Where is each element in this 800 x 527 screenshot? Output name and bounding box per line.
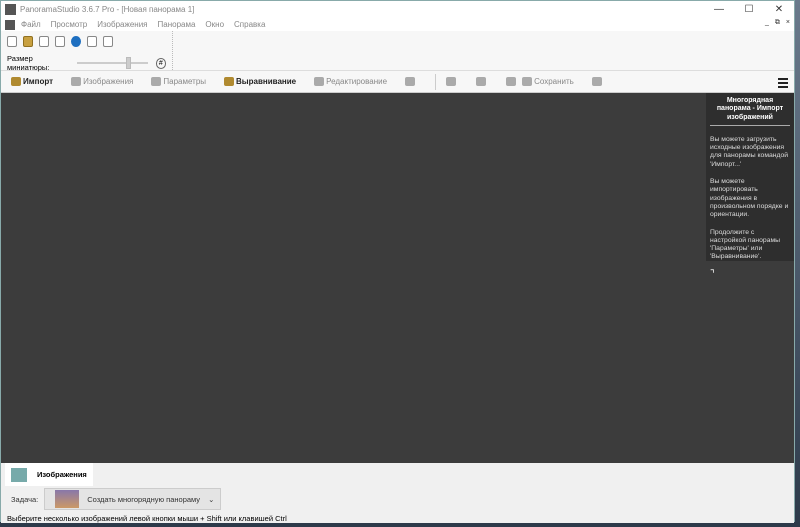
bottom-panel: Изображения Задача: Создать многорядную … bbox=[1, 463, 794, 523]
tab-images[interactable]: Изображения bbox=[5, 463, 93, 486]
task-label: Задача: bbox=[11, 494, 39, 504]
align-icon bbox=[224, 77, 235, 86]
help-text: Вы можете загрузить исходные изображения… bbox=[710, 135, 789, 168]
import-label: Импорт bbox=[23, 77, 54, 86]
task-select[interactable]: Создать многорядную панораму ⌄ bbox=[44, 488, 222, 510]
workspace: Многорядная панорама - Импорт изображени… bbox=[1, 93, 794, 463]
help-text: Продолжите с настройкой панорамы 'Параме… bbox=[710, 228, 781, 261]
maximize-button[interactable]: ☐ bbox=[734, 1, 764, 18]
new-icon[interactable] bbox=[7, 35, 17, 47]
help-title: Многорядная панорама - Импорт изображени… bbox=[710, 97, 790, 126]
edit-icon bbox=[314, 77, 325, 86]
hamburger-menu-icon[interactable] bbox=[778, 78, 788, 90]
menu-panorama[interactable]: Панорама bbox=[158, 20, 196, 29]
help-text: Вы можете импортировать изображения в пр… bbox=[710, 178, 789, 219]
title-bar: PanoramaStudio 3.6.7 Pro - [Новая панора… bbox=[1, 1, 794, 18]
menu-view[interactable]: Просмотр bbox=[51, 20, 88, 29]
tab-label: Изображения bbox=[37, 470, 87, 479]
info-icon[interactable] bbox=[55, 35, 65, 47]
thumb-size-slider[interactable] bbox=[77, 57, 148, 69]
save-label: Сохранить bbox=[534, 77, 574, 86]
menu-images[interactable]: Изображения bbox=[97, 20, 147, 29]
chevron-down-icon: ⌄ bbox=[208, 494, 215, 504]
window-title: PanoramaStudio 3.6.7 Pro - [Новая панора… bbox=[20, 5, 195, 14]
crop-icon bbox=[405, 77, 416, 86]
rotate-right-icon[interactable] bbox=[103, 35, 113, 47]
open-icon[interactable] bbox=[23, 35, 33, 47]
mdi-restore-button[interactable]: ⧉ bbox=[775, 19, 780, 27]
document-icon[interactable] bbox=[5, 19, 15, 30]
help-icon[interactable] bbox=[71, 35, 81, 47]
render-icon bbox=[476, 77, 487, 86]
crop-button[interactable] bbox=[405, 77, 417, 86]
images-label: Изображения bbox=[83, 77, 134, 86]
rotate-left-icon[interactable] bbox=[87, 35, 97, 47]
minimize-button[interactable]: — bbox=[704, 1, 734, 18]
divider bbox=[435, 73, 437, 90]
collapse-icon[interactable]: ⌝ bbox=[710, 269, 715, 280]
print-button[interactable] bbox=[591, 77, 604, 86]
status-bar: Выберите несколько изображений левой кно… bbox=[7, 514, 287, 523]
menu-file[interactable]: Файл bbox=[21, 20, 41, 29]
mdi-close-button[interactable]: × bbox=[786, 19, 790, 27]
align-button[interactable]: Выравнивание bbox=[224, 77, 296, 86]
params-icon bbox=[151, 77, 162, 86]
task-value: Создать многорядную панораму bbox=[87, 494, 201, 504]
app-icon bbox=[5, 4, 16, 15]
close-button[interactable]: ✕ bbox=[764, 1, 794, 18]
main-toolbar: Импорт Изображения Параметры Выравнивани… bbox=[1, 71, 794, 93]
save-button[interactable]: Сохранить bbox=[522, 77, 574, 86]
panorama-thumbnail bbox=[55, 490, 80, 508]
app-window: PanoramaStudio 3.6.7 Pro - [Новая панора… bbox=[0, 0, 795, 523]
import-button[interactable]: Импорт bbox=[11, 77, 53, 86]
render-button[interactable] bbox=[476, 77, 488, 86]
export-icon bbox=[446, 77, 457, 86]
help-panel: Многорядная панорама - Импорт изображени… bbox=[706, 93, 794, 279]
align-label: Выравнивание bbox=[236, 77, 297, 86]
print-icon bbox=[591, 77, 602, 86]
save-icon[interactable] bbox=[39, 35, 49, 47]
menu-help[interactable]: Справка bbox=[234, 20, 265, 29]
edit-label: Редактирование bbox=[326, 77, 388, 86]
images-icon bbox=[71, 77, 82, 86]
menu-window[interactable]: Окно bbox=[205, 20, 224, 29]
images-button[interactable]: Изображения bbox=[71, 77, 133, 86]
target-button[interactable] bbox=[506, 77, 518, 86]
edit-button[interactable]: Редактирование bbox=[314, 77, 387, 86]
target-icon bbox=[506, 77, 517, 86]
params-button[interactable]: Параметры bbox=[151, 77, 206, 86]
thumb-size-label: Размер миниатюры: bbox=[7, 54, 50, 72]
export-button[interactable] bbox=[446, 77, 458, 86]
slider-thumb[interactable] bbox=[126, 57, 132, 69]
import-icon bbox=[11, 77, 21, 86]
fit-button[interactable]: # bbox=[155, 57, 166, 69]
images-icon bbox=[11, 467, 27, 482]
mdi-minimize-button[interactable]: _ bbox=[765, 19, 769, 27]
params-label: Параметры bbox=[163, 77, 207, 86]
menu-bar: Файл Просмотр Изображения Панорама Окно … bbox=[1, 18, 794, 31]
save-icon bbox=[522, 77, 533, 86]
